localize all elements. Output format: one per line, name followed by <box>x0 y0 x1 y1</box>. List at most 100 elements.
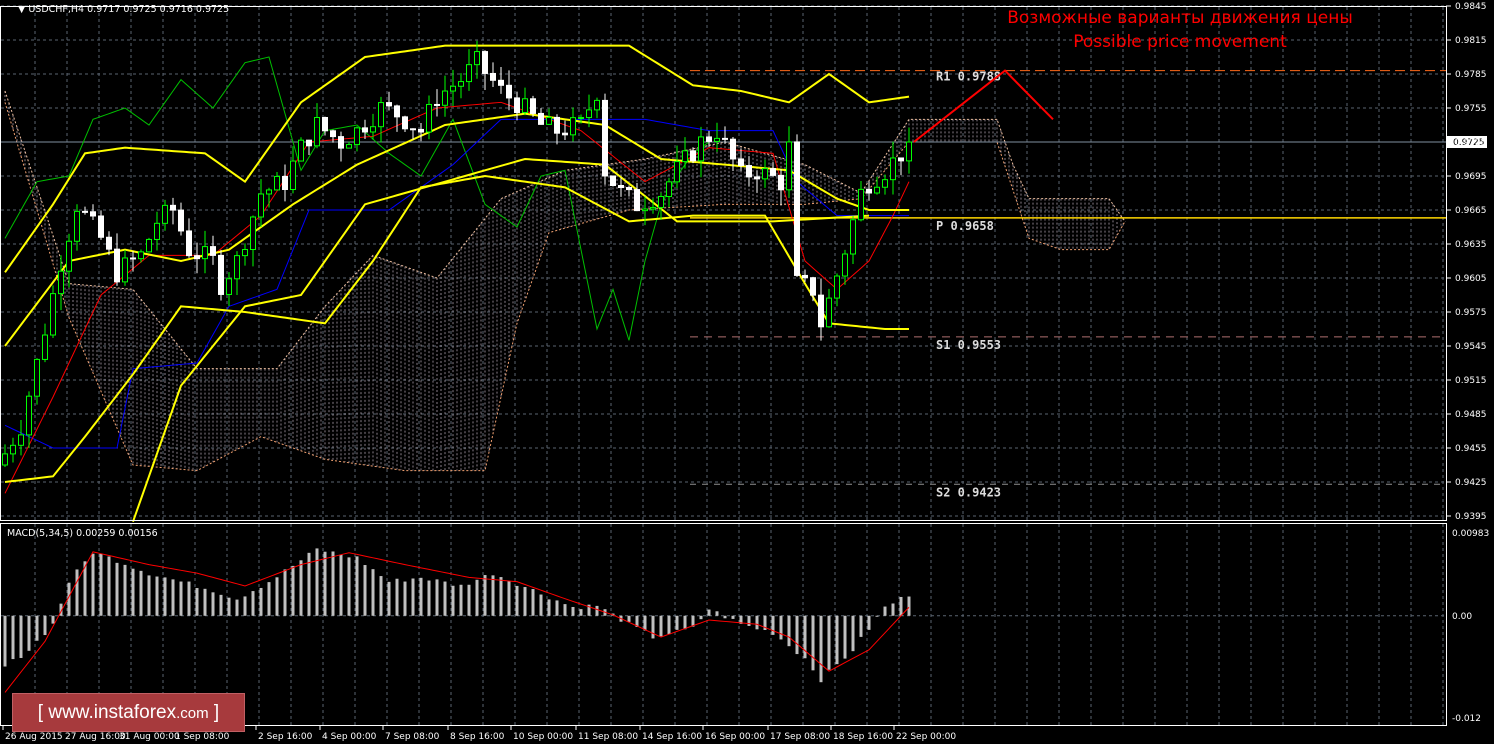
candle-body <box>138 251 144 260</box>
main-pane-frame <box>0 6 1447 521</box>
candle-body <box>538 112 544 125</box>
macd-histogram-bar <box>627 615 631 622</box>
macd-histogram-bar <box>755 615 759 630</box>
macd-histogram-bar <box>891 603 895 616</box>
candle-body <box>90 211 96 217</box>
candle-body <box>882 179 888 188</box>
pivot-label: S2 0.9423 <box>936 485 1001 499</box>
candle-body <box>330 130 336 138</box>
macd-histogram-bar <box>251 591 255 616</box>
candle-body <box>122 257 128 283</box>
candle-body <box>858 188 864 221</box>
candle-body <box>290 160 296 190</box>
macd-histogram-bar <box>155 576 159 616</box>
candle-body <box>170 204 176 211</box>
macd-histogram-bar <box>475 579 479 616</box>
candle-body <box>162 204 168 224</box>
macd-histogram-bar <box>899 596 903 616</box>
candle-body <box>906 141 912 162</box>
candle-body <box>570 117 576 136</box>
candle-body <box>210 246 216 256</box>
candle-body <box>514 97 520 113</box>
macd-histogram-bar <box>843 615 847 659</box>
candle-body <box>722 137 728 140</box>
macd-histogram-bar <box>707 609 711 616</box>
y-tick-label: 0.9605 <box>1455 274 1487 284</box>
candle-body <box>802 274 808 279</box>
macd-y-tick-label: 0.00 <box>1452 612 1472 622</box>
macd-histogram-bar <box>227 597 231 616</box>
macd-histogram-bar <box>379 576 383 616</box>
macd-histogram-bar <box>539 594 543 616</box>
macd-histogram-bar <box>467 584 471 616</box>
candle-body <box>826 297 832 328</box>
macd-histogram-bar <box>547 599 551 616</box>
chart-symbol-header: ▼ USDCHF,H4 0.9717 0.9725 0.9716 0.9725 <box>18 4 229 15</box>
macd-histogram-bar <box>651 615 655 639</box>
x-tick-label: 10 Sep 00:00 <box>513 732 573 742</box>
macd-histogram-bar <box>363 565 367 616</box>
candle-body <box>194 255 200 260</box>
candle-body <box>178 209 184 232</box>
macd-histogram-bar <box>163 577 167 616</box>
price-chart[interactable]: R1 0.9788P 0.9658S1 0.9553S2 0.9423 0.98… <box>0 0 1494 744</box>
candle-body <box>578 117 584 120</box>
macd-histogram-bar <box>51 615 55 624</box>
macd-histogram-bar <box>875 615 879 617</box>
y-tick-label: 0.9815 <box>1455 36 1487 46</box>
candle-body <box>458 81 464 87</box>
macd-histogram-bar <box>787 615 791 647</box>
candle-body <box>74 210 80 242</box>
candle-body <box>554 116 560 134</box>
macd-histogram-bar <box>907 596 911 616</box>
macd-histogram-bar <box>187 581 191 616</box>
macd-histogram-bar <box>19 615 23 658</box>
candle-body <box>322 117 328 132</box>
candle-body <box>338 136 344 149</box>
candle-body <box>586 109 592 119</box>
macd-histogram-bar <box>323 551 327 616</box>
candle-body <box>738 158 744 167</box>
macd-histogram-bar <box>203 588 207 616</box>
macd-histogram-bar <box>3 615 7 667</box>
macd-histogram-bar <box>491 575 495 616</box>
macd-histogram-bar <box>819 615 823 683</box>
dropdown-triangle-icon[interactable]: ▼ <box>18 4 25 15</box>
macd-histogram-bar <box>579 609 583 616</box>
macd-histogram-bar <box>243 596 247 616</box>
macd-histogram-bar <box>483 575 487 616</box>
macd-histogram-bar <box>459 584 463 616</box>
macd-histogram-bar <box>147 575 151 616</box>
candle-body <box>890 157 896 181</box>
candle-body <box>474 51 480 66</box>
macd-histogram-bar <box>715 611 719 616</box>
candle-body <box>450 85 456 92</box>
macd-histogram-bar <box>371 569 375 616</box>
macd-histogram-bar <box>411 578 415 616</box>
candle-body <box>58 270 64 295</box>
candle-body <box>626 187 632 191</box>
macd-histogram-bar <box>523 587 527 616</box>
instaforex-logo[interactable]: [ www.instaforex.com ] <box>12 693 245 732</box>
macd-histogram-bar <box>867 615 871 630</box>
candle-body <box>66 240 72 272</box>
x-tick-label: 22 Sep 00:00 <box>896 732 956 742</box>
y-tick-label: 0.9455 <box>1455 444 1487 454</box>
candle-body <box>610 175 616 187</box>
y-tick-label: 0.9485 <box>1455 410 1487 420</box>
x-tick-label: 8 Sep 16:00 <box>450 732 505 742</box>
x-tick-label: 27 Aug 16:00 <box>65 732 126 742</box>
candle-body <box>266 189 272 195</box>
candle-body <box>306 139 312 147</box>
macd-histogram-bar <box>699 615 703 620</box>
candle-body <box>594 99 600 111</box>
candle-body <box>770 168 776 176</box>
candle-body <box>682 150 688 163</box>
macd-histogram-bar <box>355 556 359 616</box>
candle-body <box>730 138 736 160</box>
candle-body <box>218 254 224 295</box>
candle-body <box>794 141 800 276</box>
y-tick-label: 0.9665 <box>1455 206 1487 216</box>
x-tick-label: 2 Sep 16:00 <box>258 732 313 742</box>
macd-histogram-bar <box>315 548 319 616</box>
